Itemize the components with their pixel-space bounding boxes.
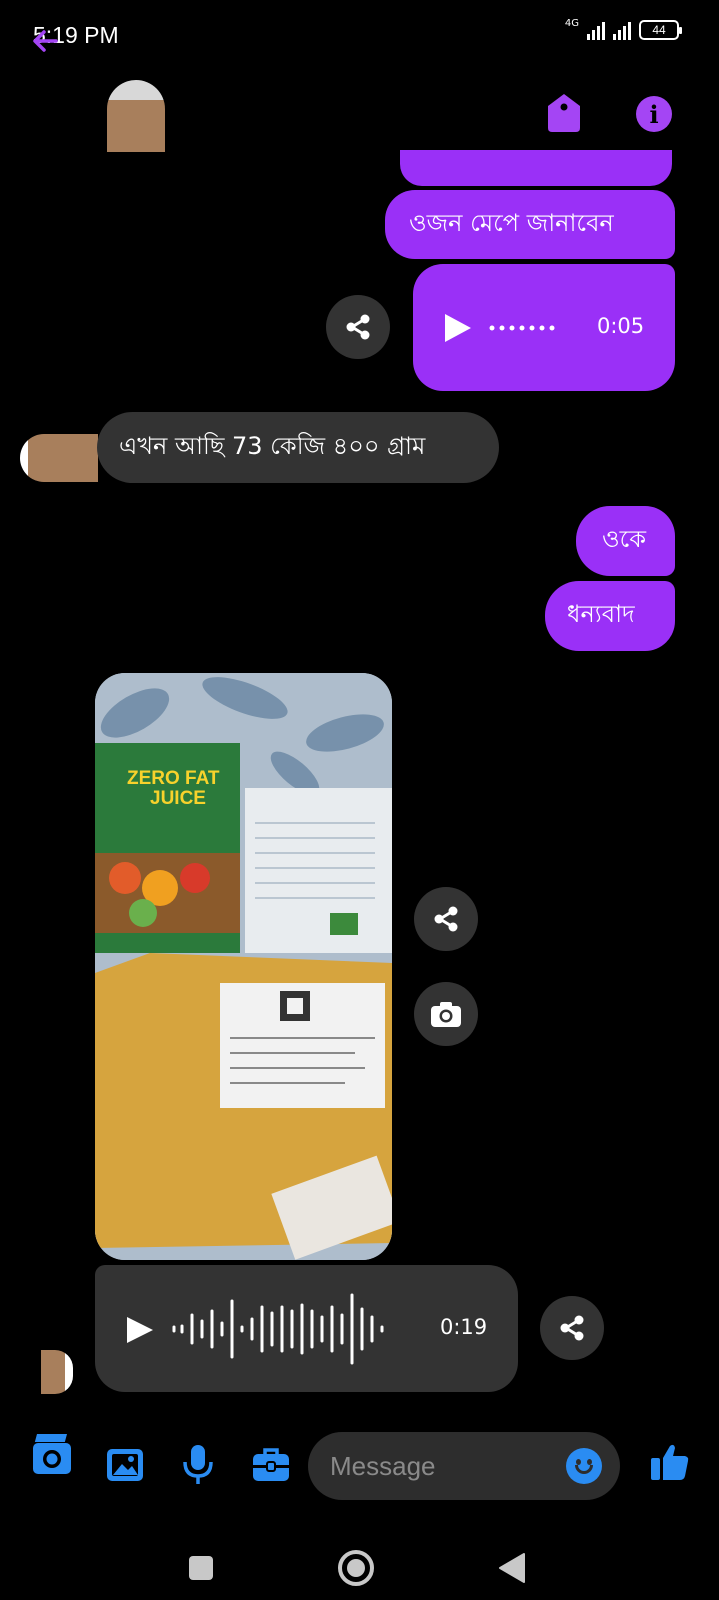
message-bubble[interactable]: ধন্যবাদ [545,581,675,651]
signal-2-icon [613,20,631,40]
microphone-icon[interactable] [181,1444,215,1486]
audio-message[interactable]: 0:05 [413,264,675,391]
message-text: এখন আছি 73 কেজি ৪০০ গ্রাম [119,431,426,460]
message-text: ধন্যবাদ [567,600,635,628]
play-icon[interactable] [443,312,473,344]
product-photo [95,673,392,1260]
thumbs-up-icon[interactable] [650,1442,690,1482]
home-circle-icon[interactable] [338,1550,374,1586]
emoji-icon[interactable] [566,1448,602,1484]
system-navbar [0,1530,719,1600]
camera-icon[interactable] [31,1434,73,1476]
message-bubble[interactable]: ওজন মেপে জানাবেন [385,190,675,259]
sender-avatar [41,1350,73,1394]
signal-icon [587,20,605,40]
share-icon [434,906,458,932]
message-bubble[interactable]: এখন আছি 73 কেজি ৪০০ গ্রাম [97,412,499,483]
product-name: JUICE [150,788,206,809]
save-photo-button[interactable] [414,982,478,1046]
message-text: ওকে [602,525,647,553]
waveform-icon [172,1293,384,1365]
recents-square-icon[interactable] [189,1556,213,1580]
audio-duration: 0:05 [597,314,645,338]
image-icon[interactable] [106,1448,144,1482]
status-bar: 5:19 PM 4G 44 [0,0,719,70]
share-icon [560,1315,584,1341]
audio-message[interactable]: 0:19 [95,1265,518,1392]
audio-duration: 0:19 [440,1315,488,1339]
info-glyph: i [649,99,659,129]
play-icon[interactable] [125,1315,155,1345]
message-placeholder: Message [330,1451,436,1481]
message-text: ওজন মেপে জানাবেন [409,208,614,237]
tag-icon[interactable] [548,94,580,132]
status-indicators: 4G 44 [564,18,682,40]
battery-level: 44 [652,23,666,37]
contact-avatar[interactable] [107,80,165,152]
toolbox-icon[interactable] [252,1447,290,1483]
photo-message[interactable]: ZERO FAT JUICE [95,673,392,1260]
product-brand: ZERO FAT [127,768,220,789]
share-button[interactable] [540,1296,604,1360]
message-bubble[interactable]: ওকে [576,506,675,576]
back-triangle-icon[interactable] [498,1552,526,1584]
info-icon[interactable]: i [636,96,672,132]
share-button[interactable] [326,295,390,359]
sender-avatar [20,434,98,482]
arrow-left-icon[interactable] [30,26,60,56]
network-type: 4G [564,18,579,29]
share-icon [346,314,370,340]
camera-icon [431,1002,461,1027]
waveform-icon [489,325,555,331]
share-button[interactable] [414,887,478,951]
battery-icon: 44 [639,20,682,40]
message-input[interactable]: Message [308,1432,620,1500]
message-bubble-partial[interactable] [400,150,672,186]
